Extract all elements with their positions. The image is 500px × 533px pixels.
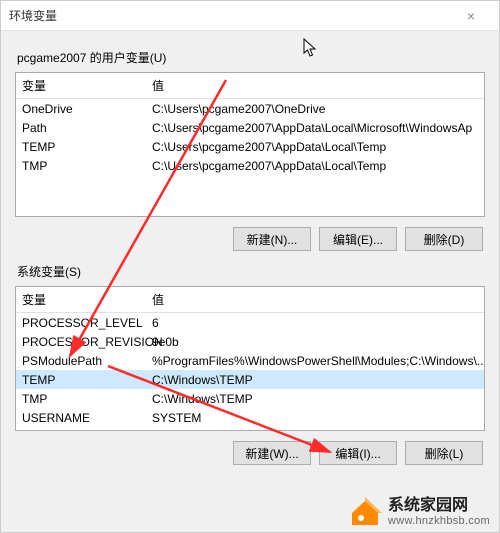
column-header-name[interactable]: 变量 <box>16 287 146 312</box>
watermark-url: www.hnzkhbsb.com <box>388 515 490 527</box>
close-icon[interactable]: × <box>451 8 491 24</box>
column-header-name[interactable]: 变量 <box>16 73 146 98</box>
system-vars-buttons: 新建(W)... 编辑(I)... 删除(L) <box>15 431 485 471</box>
user-vars-header[interactable]: 变量 值 <box>16 73 484 99</box>
table-row[interactable]: PSModulePath%ProgramFiles%\WindowsPowerS… <box>16 351 484 370</box>
table-row[interactable]: PROCESSOR_LEVEL6 <box>16 313 484 332</box>
table-row[interactable]: USERNAMESYSTEM <box>16 408 484 427</box>
system-new-button[interactable]: 新建(W)... <box>233 441 311 465</box>
system-vars-label: 系统变量(S) <box>17 263 485 280</box>
user-vars-list[interactable]: 变量 值 OneDriveC:\Users\pcgame2007\OneDriv… <box>15 72 485 217</box>
window-title: 环境变量 <box>9 7 451 24</box>
table-row[interactable]: TEMPC:\Users\pcgame2007\AppData\Local\Te… <box>16 137 484 156</box>
table-row[interactable]: PROCESSOR_REVISION9e0b <box>16 332 484 351</box>
user-new-button[interactable]: 新建(N)... <box>233 227 311 251</box>
system-vars-header[interactable]: 变量 值 <box>16 287 484 313</box>
table-row[interactable]: TEMPC:\Windows\TEMP <box>16 370 484 389</box>
system-edit-button[interactable]: 编辑(I)... <box>319 441 397 465</box>
user-vars-label: pcgame2007 的用户变量(U) <box>17 49 485 66</box>
user-delete-button[interactable]: 删除(D) <box>405 227 483 251</box>
titlebar[interactable]: 环境变量 × <box>1 1 499 31</box>
house-icon <box>348 495 382 529</box>
watermark: 系统家园网 www.hnzkhbsb.com <box>348 495 490 529</box>
system-vars-list[interactable]: 变量 值 PROCESSOR_LEVEL6PROCESSOR_REVISION9… <box>15 286 485 431</box>
column-header-value[interactable]: 值 <box>146 287 484 312</box>
dialog-content: pcgame2007 的用户变量(U) 变量 值 OneDriveC:\User… <box>1 31 499 479</box>
system-delete-button[interactable]: 删除(L) <box>405 441 483 465</box>
table-row[interactable]: TMPC:\Windows\TEMP <box>16 389 484 408</box>
user-vars-buttons: 新建(N)... 编辑(E)... 删除(D) <box>15 217 485 257</box>
watermark-title: 系统家园网 <box>388 497 490 515</box>
table-row[interactable]: OneDriveC:\Users\pcgame2007\OneDrive <box>16 99 484 118</box>
user-edit-button[interactable]: 编辑(E)... <box>319 227 397 251</box>
column-header-value[interactable]: 值 <box>146 73 484 98</box>
table-row[interactable]: PathC:\Users\pcgame2007\AppData\Local\Mi… <box>16 118 484 137</box>
var-name: TMP <box>16 155 146 177</box>
env-vars-dialog: 环境变量 × pcgame2007 的用户变量(U) 变量 值 OneDrive… <box>0 0 500 533</box>
var-value: C:\Users\pcgame2007\AppData\Local\Temp <box>146 155 484 177</box>
table-row[interactable]: TMPC:\Users\pcgame2007\AppData\Local\Tem… <box>16 156 484 175</box>
